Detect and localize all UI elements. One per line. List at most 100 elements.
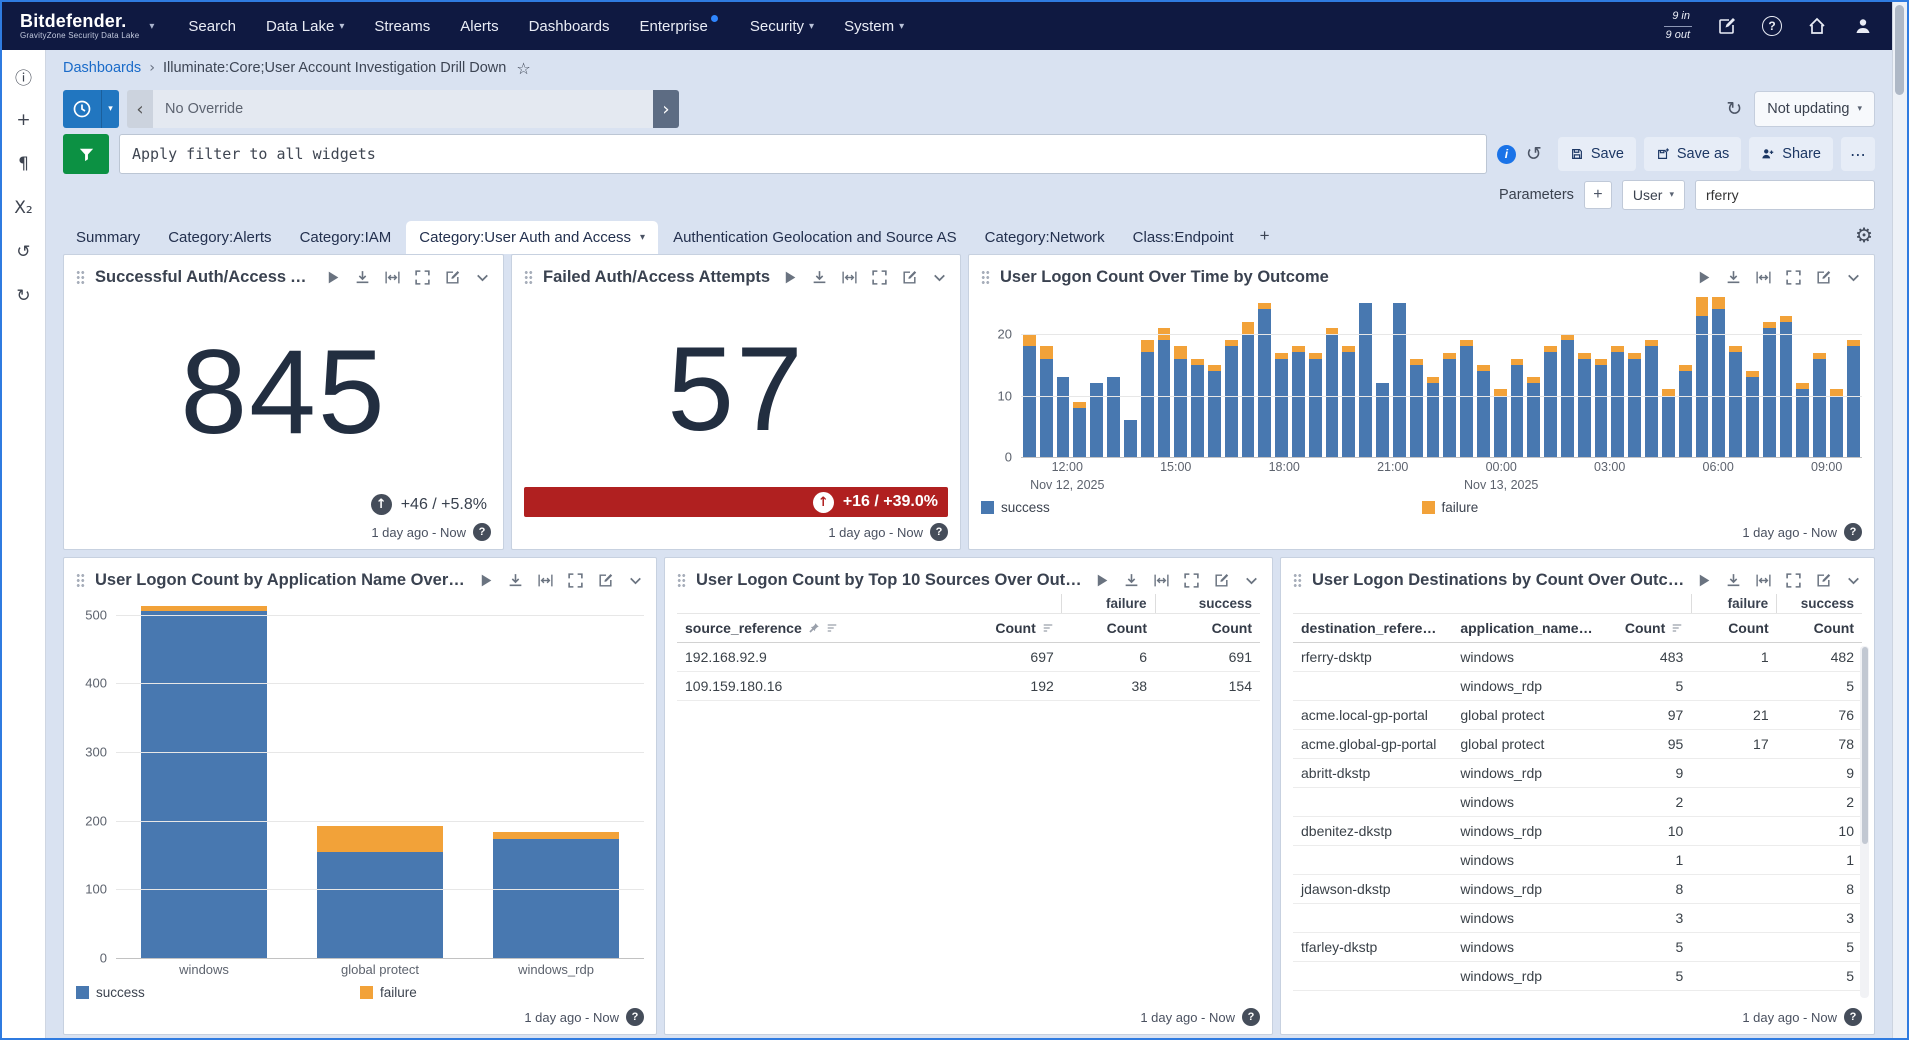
help-icon[interactable]: ?	[473, 523, 491, 541]
bar-windows-rdp[interactable]	[493, 594, 620, 958]
bar-32[interactable]	[1561, 291, 1574, 457]
chevron-down-icon[interactable]	[1243, 572, 1260, 589]
bar-38[interactable]	[1662, 291, 1675, 457]
pin-icon[interactable]	[808, 622, 820, 634]
nav-item-enterprise[interactable]: Enterprise	[639, 18, 719, 35]
bar-35[interactable]	[1611, 291, 1624, 457]
fullscreen-icon[interactable]	[1785, 572, 1802, 589]
bar-25[interactable]	[1443, 291, 1456, 457]
tab-summary[interactable]: Summary	[63, 221, 153, 254]
drag-handle-icon[interactable]	[981, 270, 990, 285]
bar-43[interactable]	[1746, 291, 1759, 457]
chevron-down-icon[interactable]	[474, 269, 491, 286]
legend-item-failure[interactable]: failure	[360, 983, 644, 1002]
fullscreen-icon[interactable]	[871, 269, 888, 286]
fit-width-icon[interactable]	[537, 572, 554, 589]
bar-13[interactable]	[1242, 291, 1255, 457]
bar-41[interactable]	[1712, 291, 1725, 457]
favorite-star-icon[interactable]: ☆	[516, 59, 530, 78]
table-scrollbar-thumb[interactable]	[1862, 647, 1868, 844]
bar-39[interactable]	[1679, 291, 1692, 457]
user-icon[interactable]	[1852, 15, 1874, 37]
bar-22[interactable]	[1393, 291, 1406, 457]
parameter-value-input[interactable]	[1695, 180, 1875, 210]
bar-23[interactable]	[1410, 291, 1423, 457]
table-row[interactable]: 109.159.180.1619238154	[677, 672, 1260, 701]
chevron-down-icon[interactable]	[627, 572, 644, 589]
drag-handle-icon[interactable]	[76, 573, 85, 588]
bar-18[interactable]	[1326, 291, 1339, 457]
play-icon[interactable]	[1093, 572, 1110, 589]
sort-icon[interactable]	[826, 622, 838, 634]
compose-icon[interactable]	[1716, 15, 1738, 37]
play-icon[interactable]	[477, 572, 494, 589]
help-icon[interactable]: ?	[626, 1008, 644, 1026]
play-icon[interactable]	[324, 269, 341, 286]
table-row[interactable]: windows11	[1293, 846, 1862, 875]
table-row[interactable]: 192.168.92.96976691	[677, 643, 1260, 672]
bar-36[interactable]	[1628, 291, 1641, 457]
tab-class-endpoint[interactable]: Class:Endpoint	[1120, 221, 1247, 254]
add-tab-button[interactable]: +	[1249, 218, 1281, 254]
query-info-icon[interactable]: i	[1497, 145, 1516, 164]
nav-item-search[interactable]: Search	[188, 18, 236, 35]
timerange-button[interactable]	[63, 90, 101, 128]
bar-26[interactable]	[1460, 291, 1473, 457]
parameter-name-dropdown[interactable]: User ▾	[1622, 180, 1685, 210]
help-icon[interactable]: ?	[1242, 1008, 1260, 1026]
bar-9[interactable]	[1174, 291, 1187, 457]
bar-42[interactable]	[1729, 291, 1742, 457]
fullscreen-icon[interactable]	[567, 572, 584, 589]
share-button[interactable]: Share	[1749, 137, 1833, 171]
sort-icon[interactable]	[1042, 622, 1054, 634]
bar-33[interactable]	[1578, 291, 1591, 457]
download-icon[interactable]	[1725, 572, 1742, 589]
download-icon[interactable]	[507, 572, 524, 589]
tab-authentication-geolocation-and-source-as[interactable]: Authentication Geolocation and Source AS	[660, 221, 970, 254]
table-row[interactable]: dbenitez-dkstpwindows_rdp1010	[1293, 817, 1862, 846]
bar-40[interactable]	[1696, 291, 1709, 457]
table-row[interactable]: windows_rdp55	[1293, 672, 1862, 701]
table-row[interactable]: tfarley-dkstpwindows55	[1293, 933, 1862, 962]
column-header-count[interactable]: Count	[1691, 614, 1776, 643]
bar-6[interactable]	[1124, 291, 1137, 457]
bar-14[interactable]	[1258, 291, 1271, 457]
bar-45[interactable]	[1780, 291, 1793, 457]
bar-11[interactable]	[1208, 291, 1221, 457]
download-icon[interactable]	[354, 269, 371, 286]
tab-category-network[interactable]: Category:Network	[972, 221, 1118, 254]
column-header-count[interactable]: Count	[945, 614, 1062, 643]
bar-3[interactable]	[1073, 291, 1086, 457]
fullscreen-icon[interactable]	[414, 269, 431, 286]
refresh-icon[interactable]: ↻	[1726, 98, 1742, 120]
bar-27[interactable]	[1477, 291, 1490, 457]
bar-48[interactable]	[1830, 291, 1843, 457]
bar-4[interactable]	[1090, 291, 1103, 457]
column-header-destination-reference[interactable]: destination_reference	[1293, 614, 1452, 643]
bar-49[interactable]	[1847, 291, 1860, 457]
download-icon[interactable]	[1123, 572, 1140, 589]
edit-icon[interactable]	[597, 572, 614, 589]
breadcrumb-dashboards-link[interactable]: Dashboards	[63, 60, 141, 76]
add-parameter-button[interactable]: +	[1584, 181, 1612, 209]
table-row[interactable]: acme.global-gp-portalglobal protect95177…	[1293, 730, 1862, 759]
tab-category-user-auth-and-access[interactable]: Category:User Auth and Access▾	[406, 221, 658, 254]
table-row[interactable]: windows_rdp55	[1293, 962, 1862, 991]
fullscreen-icon[interactable]	[1785, 269, 1802, 286]
table-scrollbar[interactable]	[1860, 646, 1869, 998]
column-header-count[interactable]: Count	[1062, 614, 1155, 643]
prev-override-button[interactable]: ‹	[127, 90, 153, 128]
override-field[interactable]: No Override	[153, 90, 653, 128]
bar-30[interactable]	[1527, 291, 1540, 457]
pilcrow-icon[interactable]: ¶	[10, 150, 38, 178]
bar-8[interactable]	[1158, 291, 1171, 457]
column-header-count[interactable]: Count	[1155, 614, 1260, 643]
column-header-count[interactable]: Count	[1777, 614, 1862, 643]
edit-icon[interactable]	[1815, 572, 1832, 589]
legend-item-failure[interactable]: failure	[1422, 498, 1863, 517]
throughput-indicator[interactable]: 9 in 9 out	[1664, 10, 1692, 43]
not-updating-button[interactable]: Not updating ▾	[1754, 91, 1875, 127]
bar-31[interactable]	[1544, 291, 1557, 457]
home-icon[interactable]	[1806, 15, 1828, 37]
save-as-button[interactable]: Save as	[1644, 137, 1741, 171]
